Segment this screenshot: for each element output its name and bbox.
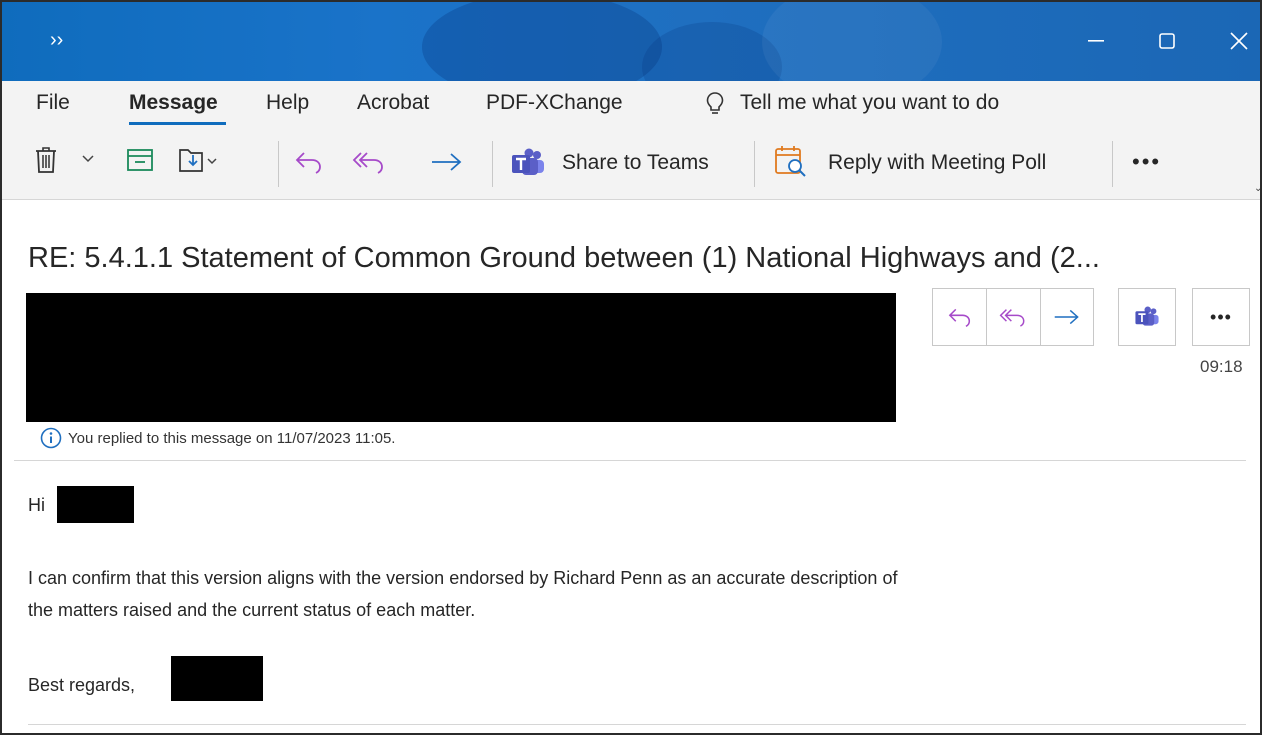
move-button[interactable] [178,145,224,175]
share-to-teams-label[interactable]: Share to Teams [562,151,709,175]
ribbon-toolbar: Share to Teams Reply with Meeting Poll •… [2,131,1260,200]
toolbar-separator [1112,141,1113,187]
tell-me-search[interactable] [706,91,724,122]
move-icon [179,149,217,172]
toolbar-separator [492,141,493,187]
reply-with-meeting-poll-label[interactable]: Reply with Meeting Poll [828,151,1046,175]
message-time: 09:18 [1200,357,1243,376]
share-to-teams-button[interactable] [510,148,546,178]
archive-icon [127,149,153,171]
maximize-button[interactable] [1152,24,1182,58]
body-line: the matters raised and the current statu… [28,600,476,620]
message-subject: RE: 5.4.1.1 Statement of Common Ground b… [28,242,1100,274]
ribbon-tabs: File Message Help Acrobat PDF-XChange Te… [2,81,1260,131]
greeting-text: Hi [28,495,45,515]
delete-icon [36,147,56,173]
email-window: ›› File Message Help Acrobat PDF-XChange… [0,0,1262,735]
reply-icon [948,308,970,327]
more-commands-button[interactable]: ••• [1132,149,1161,175]
teams-action-group [1118,288,1176,346]
minimize-icon [1088,40,1104,42]
active-tab-indicator [129,122,226,125]
info-icon [40,427,62,449]
tab-message[interactable]: Message [129,91,218,115]
forward-button[interactable] [430,151,464,173]
reply-all-icon [352,152,383,174]
toolbar-separator [754,141,755,187]
reply-icon [295,152,321,174]
delete-button[interactable] [34,145,58,175]
tab-help[interactable]: Help [266,91,309,115]
quick-access-overflow-button[interactable]: ›› [50,30,63,50]
body-line: I can confirm that this version aligns w… [28,568,898,588]
header-more-actions-button[interactable]: ••• [1193,289,1249,345]
header-forward-button[interactable] [1039,289,1093,345]
tab-acrobat[interactable]: Acrobat [357,91,429,115]
reply-info-text: You replied to this message on 11/07/202… [68,429,396,447]
teams-icon [1135,306,1159,326]
tab-pdf-xchange[interactable]: PDF-XChange [486,91,623,115]
header-body-divider [14,460,1246,461]
teams-icon [512,148,544,175]
message-end-divider [28,724,1246,725]
tab-file[interactable]: File [36,91,70,115]
ribbon-expand-icon[interactable]: ⌄ [1254,183,1260,194]
forward-icon [432,153,462,171]
minimize-button[interactable] [1082,24,1112,58]
redacted-sender-block [26,293,896,422]
title-bar: ›› [2,2,1260,112]
close-button[interactable] [1224,24,1254,58]
redacted-signature [171,656,263,701]
reply-button[interactable] [294,149,324,175]
signoff-text: Best regards, [28,675,136,695]
close-icon [1230,32,1248,50]
meeting-poll-icon [775,146,806,177]
tell-me-search-label[interactable]: Tell me what you want to do [740,91,999,115]
message-actions-group [932,288,1094,346]
archive-button[interactable] [126,147,154,173]
header-reply-all-button[interactable] [986,289,1039,345]
toolbar-separator [278,141,279,187]
forward-icon [1054,309,1079,325]
delete-options-dropdown[interactable] [82,155,94,163]
maximize-icon [1159,33,1175,49]
more-actions-group: ••• [1192,288,1250,346]
reply-all-icon [1000,309,1025,327]
reply-with-meeting-poll-button[interactable] [774,144,808,178]
reply-info-bar: You replied to this message on 11/07/202… [40,426,395,450]
header-teams-button[interactable] [1119,289,1175,345]
lightbulb-icon [706,92,724,114]
redacted-recipient-name [57,486,134,523]
chevron-down-icon [82,155,94,163]
header-reply-button[interactable] [933,289,986,345]
reply-all-button[interactable] [352,149,386,175]
